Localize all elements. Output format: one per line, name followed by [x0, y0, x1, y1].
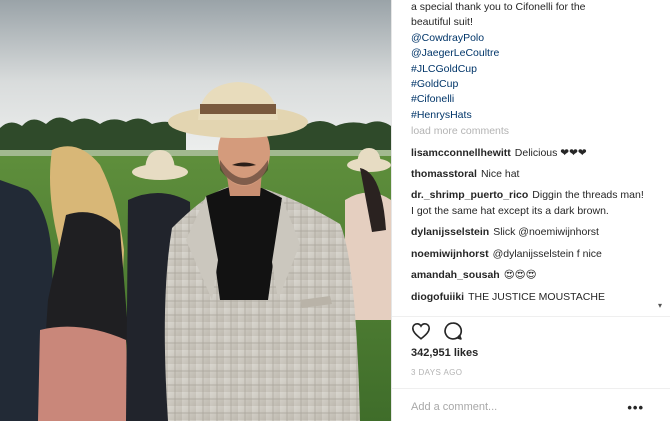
hashtag-link[interactable]: #JLCGoldCup	[411, 62, 647, 77]
comment-username[interactable]: dylanijsselstein	[411, 226, 489, 238]
comments-scrollbar[interactable]: ▾	[656, 0, 664, 314]
comment-username[interactable]: diogofuiiki	[411, 291, 464, 303]
comment-item: lisamcconnellhewitt Delicious ❤❤❤	[411, 146, 647, 161]
comment-item: dr._shrimp_puerto_rico Diggin the threads…	[411, 188, 647, 219]
more-options-icon[interactable]: •••	[627, 400, 644, 415]
post-timestamp: 3 DAYS AGO	[411, 368, 463, 377]
likes-count[interactable]: 342,951 likes	[411, 347, 478, 359]
comment-text: Slick @noemiwijnhorst	[493, 226, 599, 239]
heart-outline-icon-graphic	[411, 322, 431, 340]
mention-link[interactable]: @CowdrayPolo	[411, 31, 647, 46]
hashtag-link[interactable]: #GoldCup	[411, 77, 647, 92]
post-photo[interactable]	[0, 0, 391, 421]
divider	[392, 388, 670, 389]
comment-username[interactable]: dr._shrimp_puerto_rico	[411, 189, 528, 201]
comments-list[interactable]: a special thank you to Cifonelli for the…	[411, 0, 647, 314]
load-more-comments-link[interactable]: load more comments	[411, 124, 647, 139]
comment-text: Nice hat	[480, 168, 520, 181]
comment-bubble-icon-graphic	[444, 322, 463, 340]
comment-username[interactable]: amandah_sousah	[411, 269, 500, 281]
post-photo-graphic	[0, 0, 391, 421]
heart-outline-icon[interactable]	[411, 322, 431, 340]
hashtag-link[interactable]: #Cifonelli	[411, 92, 647, 107]
comment-text: Delicious ❤❤❤	[514, 146, 587, 159]
comment-text: @dylanijsselstein f nice	[492, 247, 602, 260]
caption-line: a special thank you to Cifonelli for the	[411, 1, 586, 13]
comment-bubble-icon[interactable]	[443, 321, 463, 341]
scroll-down-arrow-icon[interactable]: ▾	[656, 302, 664, 310]
comment-username[interactable]: lisamcconnellhewitt	[411, 147, 511, 159]
hashtag-link[interactable]: #HenrysHats	[411, 108, 647, 123]
post-side-panel: a special thank you to Cifonelli for the…	[391, 0, 670, 421]
comment-item: dylanijsselstein Slick @noemiwijnhorst	[411, 225, 647, 240]
caption-line: beautiful suit!	[411, 16, 473, 29]
comment-item: noemiwijnhorst @dylanijsselstein f nice	[411, 247, 647, 262]
mention-link[interactable]: @JaegerLeCoultre	[411, 46, 647, 61]
comment-text: 😍😍😍	[503, 269, 537, 282]
comment-username[interactable]: noemiwijnhorst	[411, 248, 489, 260]
add-comment-input[interactable]	[411, 401, 611, 413]
comment-text: THE JUSTICE MOUSTACHE	[468, 290, 605, 303]
divider	[392, 316, 670, 317]
post-actions	[411, 320, 463, 342]
post-caption: a special thank you to Cifonelli for the…	[411, 0, 647, 123]
comment-item: thomasstoral Nice hat	[411, 167, 647, 182]
comment-item: diogofuiiki THE JUSTICE MOUSTACHE	[411, 290, 647, 305]
comment-username[interactable]: thomasstoral	[411, 168, 477, 180]
comment-item: amandah_sousah 😍😍😍	[411, 268, 647, 283]
